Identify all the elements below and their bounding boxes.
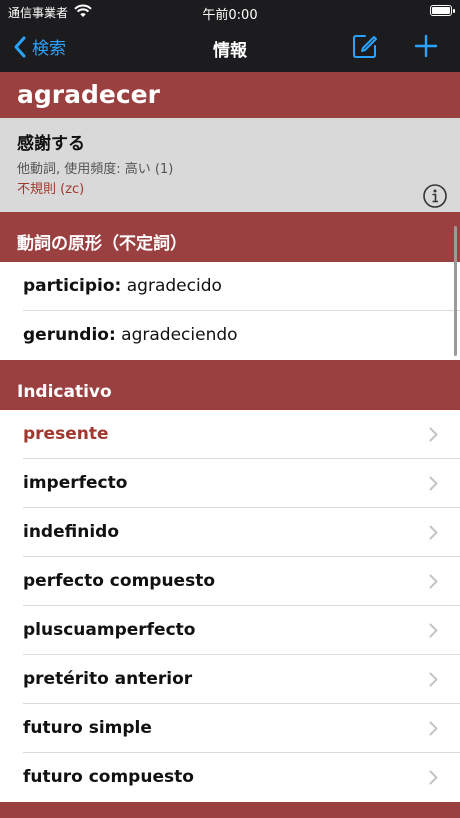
chevron-right-icon — [429, 672, 438, 687]
tense-label: imperfecto — [23, 473, 128, 493]
infinitive-section-header: 動詞の原形（不定詞） — [0, 212, 460, 262]
tense-row-futuro-simple[interactable]: futuro simple — [0, 704, 460, 753]
gerund-value: agradeciendo — [115, 325, 238, 345]
meaning-panel: 感謝する 他動詞, 使用頻度: 高い (1) 不規則 (zc) — [0, 118, 460, 212]
nav-title: 情報 — [213, 41, 247, 61]
navigation-bar: 検索 情報 — [0, 26, 460, 70]
chevron-right-icon — [429, 525, 438, 540]
participle-value: agradecido — [121, 276, 222, 296]
infinitive-section-title: 動詞の原形（不定詞） — [17, 234, 187, 254]
tense-label: presente — [23, 424, 109, 444]
participle-row: participio: agradecido — [0, 262, 460, 311]
tense-row-imperfecto[interactable]: imperfecto — [0, 459, 460, 508]
headword: agradecer — [17, 80, 160, 109]
status-bar: 通信事業者 午前0:00 — [0, 0, 460, 24]
tense-row-preterito-anterior[interactable]: pretérito anterior — [0, 655, 460, 704]
tense-label: pretérito anterior — [23, 669, 193, 689]
tense-label: perfecto compuesto — [23, 571, 216, 591]
scrollbar[interactable] — [454, 226, 457, 356]
headword-header: agradecer — [0, 72, 460, 118]
participle-key: participio: — [23, 276, 122, 296]
tense-row-perfecto-compuesto[interactable]: perfecto compuesto — [0, 557, 460, 606]
verb-meta: 他動詞, 使用頻度: 高い (1) — [17, 162, 174, 177]
tense-row-presente[interactable]: presente — [0, 410, 460, 459]
chevron-right-icon — [429, 476, 438, 491]
tense-label: futuro compuesto — [23, 767, 194, 787]
tense-label: futuro simple — [23, 718, 152, 738]
tense-row-futuro-compuesto[interactable]: futuro compuesto — [0, 753, 460, 802]
chevron-right-icon — [429, 427, 438, 442]
tense-row-indefinido[interactable]: indefinido — [0, 508, 460, 557]
tense-label: pluscuamperfecto — [23, 620, 196, 640]
irregular-label: 不規則 (zc) — [17, 182, 85, 197]
gerund-row: gerundio: agradeciendo — [0, 311, 460, 360]
top-bar: 通信事業者 午前0:00 検索 情報 — [0, 0, 460, 72]
chevron-right-icon — [429, 574, 438, 589]
indicativo-section-header: Indicativo — [0, 360, 460, 410]
indicativo-section-title: Indicativo — [17, 382, 112, 402]
battery-icon — [430, 5, 455, 16]
status-time: 午前0:00 — [202, 8, 258, 23]
tense-label: indefinido — [23, 522, 120, 542]
tense-row-pluscuamperfecto[interactable]: pluscuamperfecto — [0, 606, 460, 655]
plus-icon[interactable] — [414, 34, 438, 58]
chevron-right-icon — [429, 770, 438, 785]
gerund-key: gerundio: — [23, 325, 116, 345]
meaning-text: 感謝する — [17, 134, 85, 154]
chevron-right-icon — [429, 721, 438, 736]
next-section-header — [0, 802, 460, 818]
chevron-right-icon — [429, 623, 438, 638]
compose-icon[interactable] — [352, 33, 378, 59]
info-icon[interactable] — [422, 183, 448, 209]
